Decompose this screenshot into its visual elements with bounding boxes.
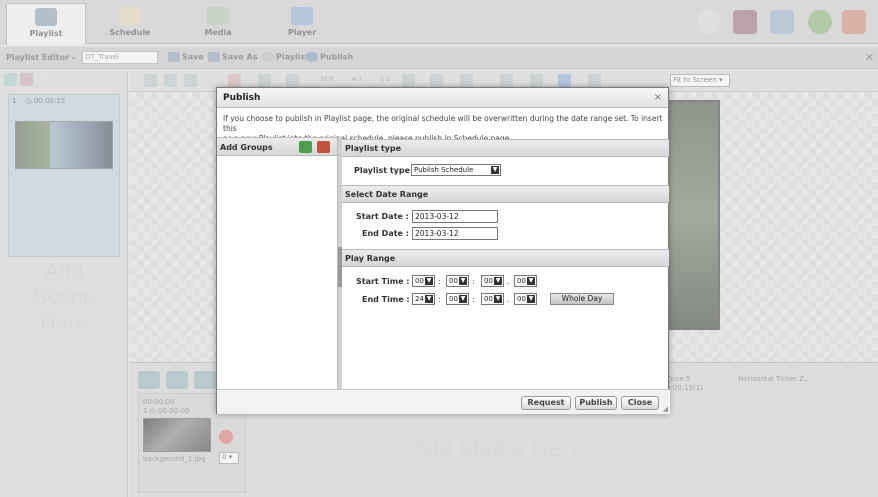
start-minute-value: 00 bbox=[449, 277, 458, 285]
date-range-section: Start Date : 2013-03-12 End Date : 2013-… bbox=[342, 203, 669, 249]
request-button[interactable]: Request bbox=[521, 396, 571, 410]
groups-title: Add Groups bbox=[220, 143, 273, 152]
chevron-down-icon: ▼ bbox=[494, 277, 502, 285]
chevron-down-icon: ▼ bbox=[494, 295, 502, 303]
end-minute-value: 00 bbox=[449, 295, 458, 303]
time-separator: : bbox=[472, 277, 475, 286]
chevron-down-icon: ▼ bbox=[425, 277, 433, 285]
dialog-header: Publish × bbox=[217, 88, 668, 108]
end-second-select[interactable]: 00 ▼ bbox=[481, 293, 504, 305]
end-hour-value: 24 bbox=[415, 295, 424, 303]
start-hour-select[interactable]: 00 ▼ bbox=[412, 275, 435, 287]
playlist-type-value: Publish Schedule bbox=[414, 166, 474, 174]
add-group-icon[interactable] bbox=[299, 141, 312, 153]
dialog-title: Publish bbox=[223, 93, 261, 103]
publish-settings: Playlist type Playlist type : Publish Sc… bbox=[342, 139, 669, 319]
end-minute-select[interactable]: 00 ▼ bbox=[446, 293, 469, 305]
chevron-down-icon: ▼ bbox=[491, 166, 499, 174]
groups-panel: Add Groups bbox=[217, 137, 338, 389]
close-icon[interactable]: × bbox=[654, 92, 662, 103]
chevron-down-icon: ▼ bbox=[527, 277, 535, 285]
end-date-label: End Date : bbox=[362, 229, 409, 238]
play-range-section: Start Time : 00 ▼ : 00 ▼ : 00 ▼ . 00 ▼ End T… bbox=[342, 267, 669, 319]
whole-day-button[interactable]: Whole Day bbox=[550, 293, 614, 305]
start-second-select[interactable]: 00 ▼ bbox=[481, 275, 504, 287]
start-time-label: Start Time : bbox=[356, 277, 410, 286]
end-frame-value: 00 bbox=[517, 295, 526, 303]
start-hour-value: 00 bbox=[415, 277, 424, 285]
date-range-header: Select Date Range bbox=[342, 185, 669, 203]
close-button[interactable]: Close bbox=[621, 396, 659, 410]
start-frame-value: 00 bbox=[517, 277, 526, 285]
chevron-down-icon: ▼ bbox=[459, 277, 467, 285]
playlist-type-select[interactable]: Publish Schedule ▼ bbox=[411, 164, 501, 176]
start-frame-select[interactable]: 00 ▼ bbox=[514, 275, 537, 287]
start-date-field[interactable]: 2013-03-12 bbox=[412, 210, 498, 223]
chevron-down-icon: ▼ bbox=[425, 295, 433, 303]
info-line-1: If you choose to publish in Playlist pag… bbox=[223, 114, 663, 133]
groups-header: Add Groups bbox=[217, 138, 337, 156]
publish-button[interactable]: Publish bbox=[575, 396, 617, 410]
time-separator: . bbox=[507, 295, 510, 304]
time-separator: : bbox=[438, 295, 441, 304]
resize-grip-icon[interactable]: ◢ bbox=[663, 405, 668, 413]
playlist-type-section: Playlist type : Publish Schedule ▼ bbox=[342, 157, 669, 185]
time-separator: . bbox=[507, 277, 510, 286]
start-second-value: 00 bbox=[484, 277, 493, 285]
playlist-type-label: Playlist type : bbox=[354, 166, 417, 175]
play-range-header: Play Range bbox=[342, 249, 669, 267]
end-date-field[interactable]: 2013-03-12 bbox=[412, 227, 498, 240]
end-frame-select[interactable]: 00 ▼ bbox=[514, 293, 537, 305]
dialog-footer: Request Publish Close ◢ bbox=[217, 389, 670, 414]
time-separator: : bbox=[472, 295, 475, 304]
chevron-down-icon: ▼ bbox=[459, 295, 467, 303]
end-second-value: 00 bbox=[484, 295, 493, 303]
start-minute-select[interactable]: 00 ▼ bbox=[446, 275, 469, 287]
end-time-label: End Time : bbox=[362, 295, 410, 304]
playlist-type-header: Playlist type bbox=[342, 139, 669, 157]
start-date-label: Start Date : bbox=[356, 212, 409, 221]
remove-group-icon[interactable] bbox=[317, 141, 330, 153]
end-hour-select[interactable]: 24 ▼ bbox=[412, 293, 435, 305]
time-separator: : bbox=[438, 277, 441, 286]
publish-dialog: Publish × If you choose to publish in Pl… bbox=[216, 87, 670, 414]
chevron-down-icon: ▼ bbox=[527, 295, 535, 303]
